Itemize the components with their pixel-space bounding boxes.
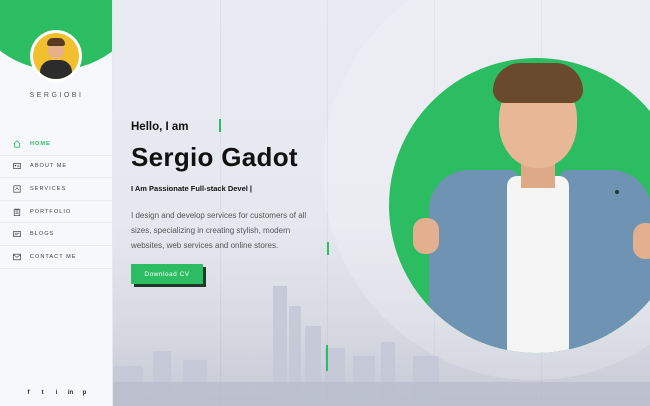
home-icon — [13, 140, 21, 148]
nav-item-home[interactable]: HOME — [0, 133, 112, 156]
site-logo[interactable]: SERGIOBI — [0, 92, 112, 99]
decorative-dot — [615, 190, 619, 194]
hero-section: Hello, I am Sergio Gadot I Am Passionate… — [113, 0, 650, 406]
hero-description: I design and develop services for custom… — [131, 211, 307, 250]
nav-item-services[interactable]: SERVICES — [0, 178, 112, 201]
sidebar: SERGIOBI HOME ABOUT ME SERVICES PORTFOLI… — [0, 0, 113, 406]
accent-bar — [327, 242, 329, 255]
twitter-icon[interactable]: t — [39, 390, 47, 396]
services-icon — [13, 185, 21, 193]
nav-label: BLOGS — [30, 231, 55, 238]
blog-icon — [13, 231, 21, 237]
id-card-icon — [13, 163, 21, 170]
accent-bar — [326, 345, 328, 371]
instagram-icon[interactable]: i — [53, 390, 61, 396]
contact-icon — [13, 253, 21, 260]
avatar-image — [33, 33, 79, 79]
avatar[interactable] — [30, 30, 82, 82]
pinterest-icon[interactable]: p — [81, 390, 89, 396]
download-cv-button[interactable]: Download CV — [131, 264, 203, 284]
nav-item-blogs[interactable]: BLOGS — [0, 223, 112, 246]
nav-label: ABOUT ME — [30, 163, 68, 170]
greeting-text: Hello, I am — [131, 121, 189, 133]
portfolio-icon — [13, 208, 21, 216]
nav-item-about[interactable]: ABOUT ME — [0, 156, 112, 179]
nav-label: HOME — [30, 140, 51, 147]
typed-role: I Am Passionate Full-stack Devel | — [131, 184, 253, 193]
social-links: f t i in p — [0, 390, 112, 396]
facebook-icon[interactable]: f — [25, 390, 33, 396]
nav-label: SERVICES — [30, 185, 67, 192]
main-nav: HOME ABOUT ME SERVICES PORTFOLIO BLOGS C… — [0, 133, 112, 269]
accent-bar — [219, 119, 221, 132]
linkedin-icon[interactable]: in — [67, 390, 75, 396]
nav-item-contact[interactable]: CONTACT ME — [0, 246, 112, 269]
hero-name: Sergio Gadot — [131, 142, 298, 172]
nav-label: CONTACT ME — [30, 253, 77, 260]
nav-label: PORTFOLIO — [30, 208, 72, 215]
nav-item-portfolio[interactable]: PORTFOLIO — [0, 201, 112, 224]
